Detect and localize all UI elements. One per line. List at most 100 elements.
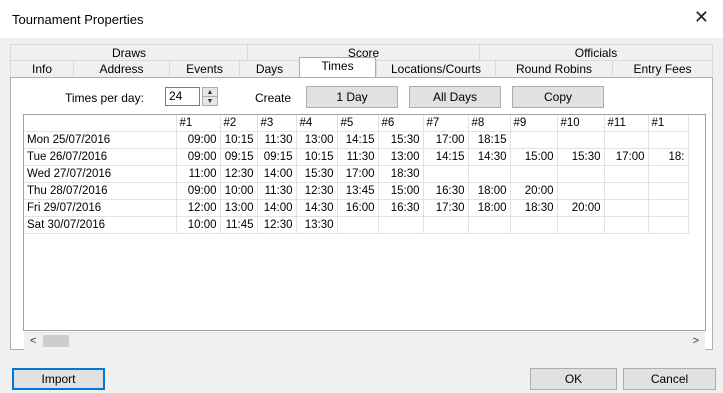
empty-cell[interactable] <box>557 234 604 251</box>
empty-cell[interactable] <box>604 266 648 282</box>
empty-cell[interactable] <box>648 282 688 298</box>
time-cell[interactable]: 12:00 <box>176 199 221 217</box>
empty-cell[interactable] <box>423 298 468 314</box>
time-cell[interactable]: 10:00 <box>220 182 258 200</box>
empty-cell[interactable] <box>604 282 648 298</box>
tab-entry-fees[interactable]: Entry Fees <box>612 60 713 76</box>
time-cell[interactable]: 09:15 <box>257 148 297 166</box>
close-icon[interactable]: ✕ <box>694 8 709 26</box>
time-cell[interactable] <box>557 216 605 234</box>
empty-cell[interactable] <box>257 234 296 251</box>
empty-cell[interactable] <box>337 282 378 298</box>
empty-cell[interactable] <box>176 298 220 314</box>
empty-cell[interactable] <box>557 250 604 266</box>
cancel-button[interactable]: Cancel <box>623 368 716 390</box>
time-cell[interactable]: 13:00 <box>220 199 258 217</box>
import-button[interactable]: Import <box>12 368 105 390</box>
tab-events[interactable]: Events <box>169 60 239 76</box>
empty-cell[interactable] <box>510 314 557 330</box>
time-cell[interactable]: 13:00 <box>378 148 424 166</box>
time-cell[interactable]: 12:30 <box>257 216 297 234</box>
empty-cell[interactable] <box>176 314 220 330</box>
empty-cell[interactable] <box>468 298 510 314</box>
ok-button[interactable]: OK <box>530 368 617 390</box>
tab-round-robins[interactable]: Round Robins <box>495 60 612 76</box>
time-cell[interactable]: 16:30 <box>423 182 469 200</box>
time-cell[interactable]: 13:00 <box>296 131 338 149</box>
time-cell[interactable]: 14:30 <box>296 199 338 217</box>
time-cell[interactable] <box>648 199 689 217</box>
time-cell[interactable] <box>468 165 511 183</box>
empty-cell[interactable] <box>220 250 257 266</box>
empty-cell[interactable] <box>176 266 220 282</box>
empty-cell[interactable] <box>337 266 378 282</box>
empty-cell[interactable] <box>24 298 176 314</box>
time-cell[interactable] <box>604 182 649 200</box>
time-cell[interactable]: 18:15 <box>468 131 511 149</box>
empty-cell[interactable] <box>423 250 468 266</box>
day-cell[interactable]: Tue 26/07/2016 <box>24 148 177 166</box>
time-cell[interactable] <box>557 131 605 149</box>
time-cell[interactable]: 11:30 <box>257 182 297 200</box>
stepper-down-icon[interactable]: ▼ <box>203 97 217 106</box>
empty-cell[interactable] <box>337 298 378 314</box>
empty-cell[interactable] <box>648 314 688 330</box>
day-cell[interactable]: Fri 29/07/2016 <box>24 199 177 217</box>
tab-times[interactable]: Times <box>299 57 376 77</box>
empty-cell[interactable] <box>604 250 648 266</box>
time-cell[interactable]: 17:00 <box>337 165 379 183</box>
tab-draws[interactable]: Draws <box>10 44 247 60</box>
tab-days[interactable]: Days <box>239 60 299 76</box>
empty-cell[interactable] <box>378 314 423 330</box>
empty-cell[interactable] <box>296 314 337 330</box>
empty-cell[interactable] <box>257 282 296 298</box>
empty-cell[interactable] <box>337 234 378 251</box>
empty-cell[interactable] <box>24 234 176 251</box>
horizontal-scrollbar[interactable]: < > <box>24 332 705 350</box>
time-cell[interactable]: 13:45 <box>337 182 379 200</box>
time-cell[interactable] <box>604 216 649 234</box>
empty-cell[interactable] <box>604 314 648 330</box>
times-grid[interactable]: #1 #2 #3 #4 #5 #6 #7 #8 #9 #10 #11 #1 Mon 25/07/2016… <box>23 114 706 331</box>
time-cell[interactable] <box>557 165 605 183</box>
empty-cell[interactable] <box>423 266 468 282</box>
time-cell[interactable]: 09:15 <box>220 148 258 166</box>
empty-cell[interactable] <box>296 266 337 282</box>
empty-cell[interactable] <box>510 282 557 298</box>
time-cell[interactable]: 12:30 <box>220 165 258 183</box>
time-cell[interactable]: 12:30 <box>296 182 338 200</box>
time-cell[interactable]: 11:45 <box>220 216 258 234</box>
empty-cell[interactable] <box>510 234 557 251</box>
day-cell[interactable]: Wed 27/07/2016 <box>24 165 177 183</box>
empty-cell[interactable] <box>24 250 176 266</box>
time-cell[interactable] <box>510 131 558 149</box>
empty-cell[interactable] <box>378 250 423 266</box>
tab-officials[interactable]: Officials <box>479 44 713 60</box>
empty-cell[interactable] <box>510 298 557 314</box>
time-cell[interactable]: 10:15 <box>296 148 338 166</box>
time-cell[interactable]: 15:30 <box>296 165 338 183</box>
empty-cell[interactable] <box>257 314 296 330</box>
empty-cell[interactable] <box>176 250 220 266</box>
empty-cell[interactable] <box>378 234 423 251</box>
time-cell[interactable]: 18:00 <box>468 182 511 200</box>
time-cell[interactable] <box>648 131 689 149</box>
time-cell[interactable]: 20:00 <box>557 199 605 217</box>
time-cell[interactable] <box>423 216 469 234</box>
empty-cell[interactable] <box>557 314 604 330</box>
time-cell[interactable]: 13:30 <box>296 216 338 234</box>
empty-cell[interactable] <box>176 282 220 298</box>
empty-cell[interactable] <box>24 282 176 298</box>
time-cell[interactable] <box>468 216 511 234</box>
empty-cell[interactable] <box>648 234 688 251</box>
time-cell[interactable]: 14:15 <box>337 131 379 149</box>
time-cell[interactable]: 14:15 <box>423 148 469 166</box>
empty-cell[interactable] <box>378 298 423 314</box>
empty-cell[interactable] <box>423 314 468 330</box>
empty-cell[interactable] <box>296 282 337 298</box>
time-cell[interactable]: 17:30 <box>423 199 469 217</box>
time-cell[interactable] <box>557 182 605 200</box>
empty-cell[interactable] <box>257 250 296 266</box>
time-cell[interactable]: 17:00 <box>604 148 649 166</box>
scroll-right-icon[interactable]: > <box>693 335 699 347</box>
